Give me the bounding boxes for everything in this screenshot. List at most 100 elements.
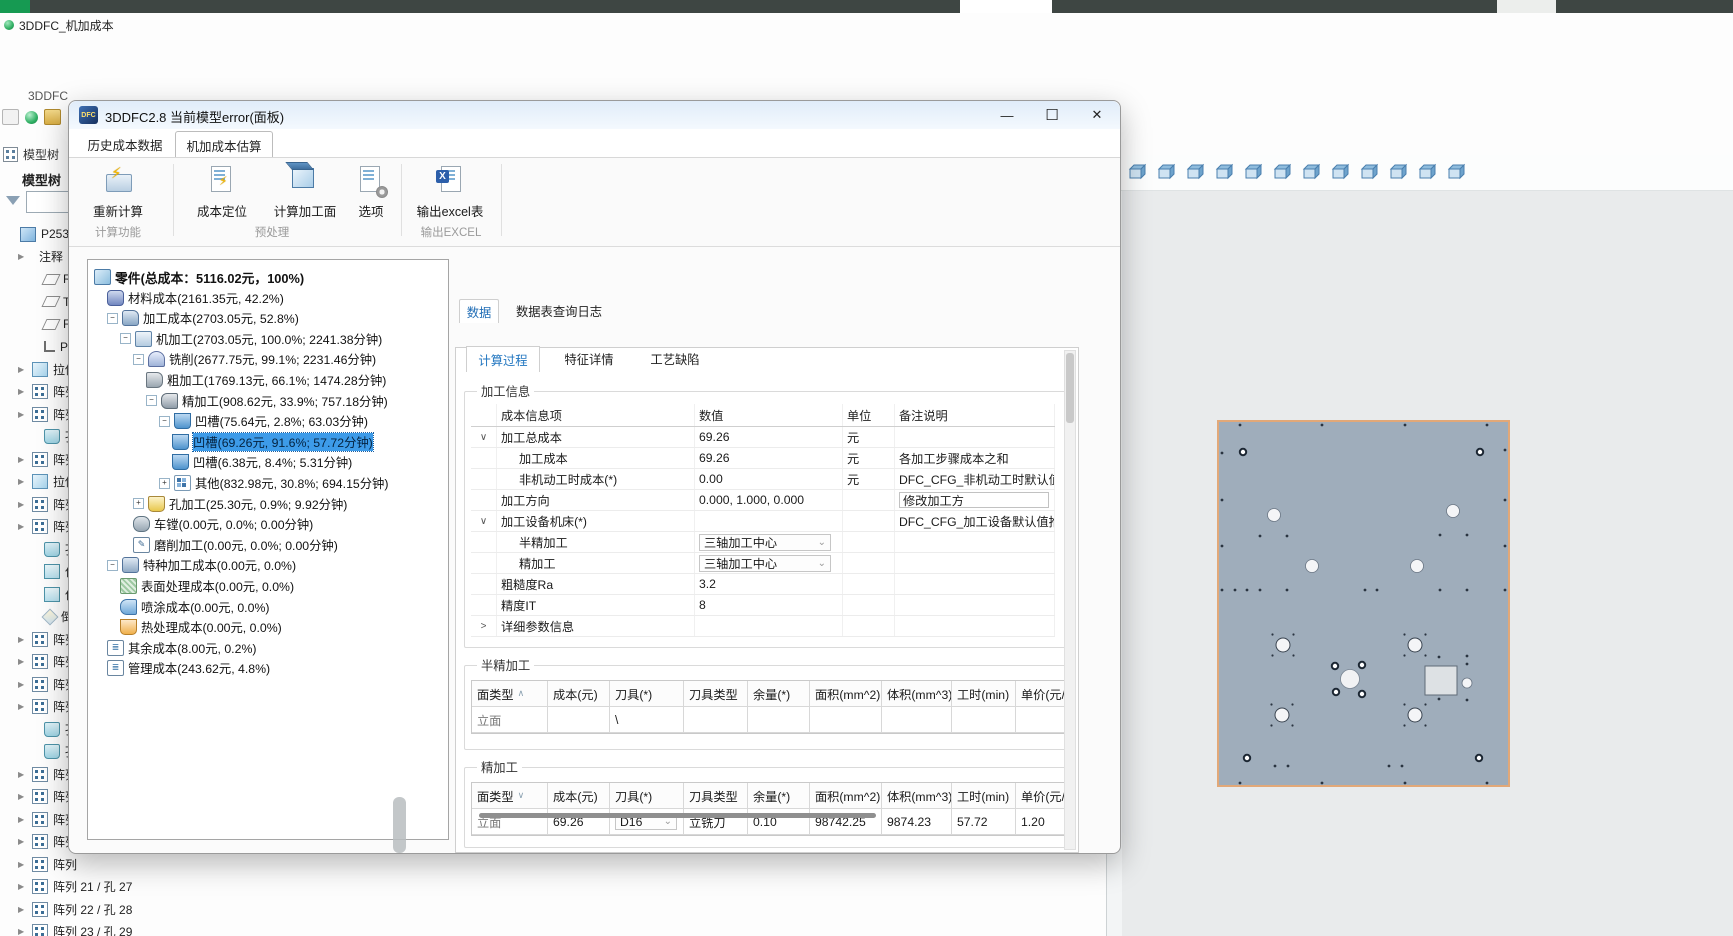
plane-tag-icon[interactable] [1388,163,1407,182]
connector-icon[interactable] [1446,163,1465,182]
header-cell[interactable]: 面类型∨ [472,783,548,809]
vertical-scroll-thumb[interactable] [1066,353,1074,423]
expand-arrow-icon[interactable]: ▶ [18,500,27,509]
tab-machining-estimate[interactable]: 机加成本估算 [175,131,273,158]
cost-tree-item[interactable]: 凹槽(69.26元, 91.6%; 57.72分钟) [172,432,373,452]
vertical-scrollbar[interactable] [1064,350,1076,850]
sphere-icon[interactable] [25,111,38,124]
header-cell[interactable]: 体积(mm^3) [882,681,952,707]
expand-arrow-icon[interactable]: ▶ [18,815,27,824]
part-plate[interactable] [1217,420,1510,787]
cost-tree-item[interactable]: 表面处理成本(0.00元, 0.0%) [120,576,294,596]
info-table-row[interactable]: 非机动工时成本(*)0.00元DFC_CFG_非机动工时默认值(DFC_CF [471,469,1055,490]
header-cell[interactable]: 成本(元) [548,783,610,809]
expand-arrow-icon[interactable]: ▶ [18,770,27,779]
sidebar-tree-item[interactable]: ▶阵列 22 / 孔 28 [18,898,132,920]
expand-arrow-icon[interactable]: ▶ [18,905,27,914]
row-expander-icon[interactable]: ∨ [471,427,497,447]
machine-dropdown[interactable]: 三轴加工中心⌄ [699,555,831,572]
open-folder-icon[interactable] [44,109,61,125]
expand-arrow-icon[interactable]: ▶ [18,927,27,936]
expand-arrow-icon[interactable]: ▶ [18,410,27,419]
cost-tree-item[interactable]: −加工成本(2703.05元, 52.8%) [107,308,299,328]
close-button[interactable]: ✕ [1082,105,1112,125]
header-cell[interactable]: 面积(mm^2) [810,681,882,707]
collapse-box-icon[interactable]: − [107,560,118,571]
tree-filter-input[interactable] [26,191,70,213]
compute-face-button[interactable]: 计算加工面 [265,164,345,220]
header-cell[interactable]: 刀具(*) [610,681,684,707]
cost-tree-item[interactable]: +其他(832.98元, 30.8%; 694.15分钟) [159,473,388,493]
info-table-row[interactable]: 粗糙度Ra3.2 [471,574,1055,595]
expand-arrow-icon[interactable]: ▶ [18,882,27,891]
model-tree-toggle[interactable]: 模型树 [3,146,59,163]
expand-arrow-icon[interactable]: ▶ [18,657,27,666]
cost-tree-item[interactable]: 零件(总成本：5116.02元，100%) [94,267,304,287]
subtab-calc-process[interactable]: 计算过程 [466,346,540,372]
info-value-cell[interactable]: 三轴加工中心⌄ [695,532,843,552]
cost-tree-item[interactable]: 喷涂成本(0.00元, 0.0%) [120,597,269,617]
recalculate-button[interactable]: ⚡ 重新计算 [83,164,153,220]
header-cell[interactable]: 工时(min) [952,681,1016,707]
ghost-cube-icon[interactable] [1243,163,1262,182]
new-file-icon[interactable] [2,109,19,125]
cost-tree-item[interactable]: 材料成本(2161.35元, 42.2%) [107,288,284,308]
info-table-row[interactable]: 加工成本69.26元各加工步骤成本之和 [471,448,1055,469]
header-cell[interactable]: 成本(元) [548,681,610,707]
tab-history-cost[interactable]: 历史成本数据 [79,131,171,158]
splitter-grip[interactable] [393,797,406,853]
plane-dot-icon[interactable] [1301,163,1320,182]
axes-icon[interactable] [1272,163,1291,182]
tab-data[interactable]: 数据 [459,299,499,323]
header-cell[interactable]: 体积(mm^3) [882,783,952,809]
info-table-row[interactable]: 精加工三轴加工中心⌄ [471,553,1055,574]
collapse-box-icon[interactable]: − [133,354,144,365]
copy-doc-icon[interactable] [1156,163,1175,182]
collapse-box-icon[interactable]: − [159,416,170,427]
expand-arrow-icon[interactable]: ▶ [18,635,27,644]
sidebar-tree-item[interactable]: ▶阵列 21 / 孔 27 [18,876,132,898]
maximize-button[interactable]: ☐ [1037,105,1067,125]
cost-tree-item[interactable]: 磨削加工(0.00元, 0.0%; 0.00分钟) [133,535,338,555]
collapse-box-icon[interactable]: − [107,313,118,324]
tree-node-icon[interactable] [1417,163,1436,182]
row-expander-icon[interactable]: ∨ [471,511,497,531]
edit-direction-box[interactable]: 修改加工方 [899,492,1049,508]
cost-tree-item[interactable]: 热处理成本(0.00元, 0.0%) [120,617,282,637]
part-preview[interactable] [1217,420,1510,792]
quick-access-tab[interactable]: 3DDFC_机加成本 [4,14,114,36]
info-table-row[interactable]: ∨加工总成本69.26元 [471,427,1055,448]
sidebar-tree-item[interactable]: ▶阵列 [18,853,77,875]
header-cell[interactable]: 刀具类型 [684,783,748,809]
cost-tree-item[interactable]: −特种加工成本(0.00元, 0.0%) [107,555,296,575]
machine-dropdown[interactable]: 三轴加工中心⌄ [699,534,831,551]
subtab-feature-detail[interactable]: 特征详情 [552,346,626,372]
info-table-row[interactable]: 加工方向0.000, 1.000, 0.000修改加工方 [471,490,1055,511]
expand-box-icon[interactable]: + [159,478,170,489]
funnel-icon[interactable] [6,196,20,205]
info-table-row[interactable]: 精度IT8 [471,595,1055,616]
ribbon-tab-3ddfc[interactable]: 3DDFC [28,89,68,103]
horizontal-scroll-thumb[interactable] [479,813,876,818]
cost-locate-button[interactable]: ⚡ 成本定位 [187,164,257,220]
expand-arrow-icon[interactable]: ▶ [18,680,27,689]
cost-tree-item[interactable]: +孔加工(25.30元, 0.9%; 9.92分钟) [133,494,347,514]
cost-tree-item[interactable]: −铣削(2677.75元, 99.1%; 2231.46分钟) [133,349,376,369]
sidebar-tree-item[interactable]: ▶注释 [18,246,63,268]
export-excel-button[interactable]: X 输出excel表 [407,164,493,220]
table-camera-icon[interactable] [1185,163,1204,182]
options-button[interactable]: 选项 [345,164,397,220]
minimize-button[interactable]: — [992,105,1022,125]
info-table-row[interactable]: >详细参数信息 [471,616,1055,637]
cost-tree-item[interactable]: 车镗(0.00元, 0.0%; 0.00分钟) [133,514,313,534]
info-table-row[interactable]: ∨加工设备机床(*)DFC_CFG_加工设备默认值推荐表(DF [471,511,1055,532]
dialog-title-bar[interactable]: DFC 3DDFC2.8 当前模型error(面板) — ☐ ✕ [69,101,1120,129]
subtab-process-defect[interactable]: 工艺缺陷 [638,346,712,372]
expand-arrow-icon[interactable]: ▶ [18,252,27,261]
header-cell[interactable]: 余量(*) [748,681,810,707]
collapse-box-icon[interactable]: − [120,333,131,344]
cost-tree-item[interactable]: −精加工(908.62元, 33.9%; 757.18分钟) [146,391,388,411]
cost-tree-item[interactable]: 粗加工(1769.13元, 66.1%; 1474.28分钟) [146,370,386,390]
cube-add-icon[interactable] [1214,163,1233,182]
header-cell[interactable]: 面类型∧ [472,681,548,707]
